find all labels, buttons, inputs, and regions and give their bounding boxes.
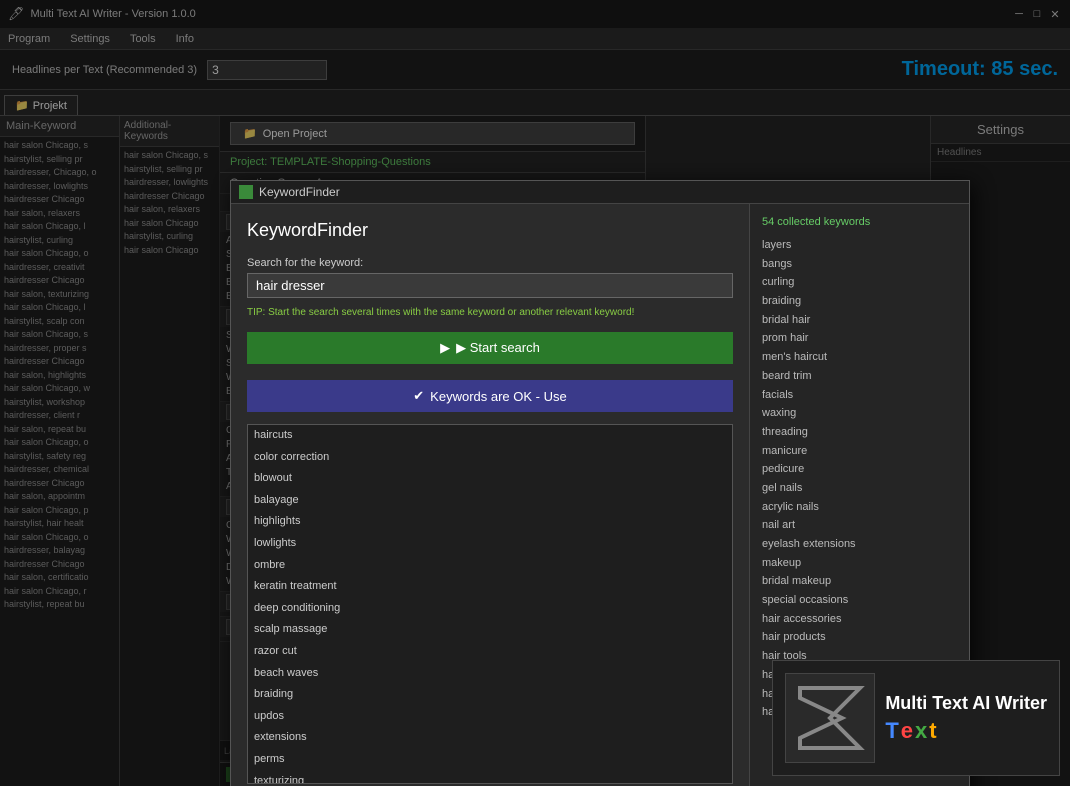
logo-text-container: Multi Text AI Writer T e x t [885,693,1047,744]
logo-overlay: Multi Text AI Writer T e x t [772,660,1060,776]
sigma-icon [790,678,870,758]
logo-sigma-container [785,673,875,763]
kf-keywords-list[interactable]: haircutscolor correctionblowoutbalayageh… [247,424,733,784]
collected-keyword-item: braiding [762,292,957,311]
collected-keyword-item: special occasions [762,591,957,610]
kf-keyword-item[interactable]: deep conditioning [248,598,732,620]
logo-colored-text: T e x t [885,718,1047,744]
collected-keyword-item: manicure [762,442,957,461]
kf-left-panel: KeywordFinder Search for the keyword: TI… [231,204,749,786]
kf-keyword-item[interactable]: color correction [248,447,732,469]
logo-t: T [885,718,898,744]
kf-search-input[interactable] [247,273,733,298]
collected-keyword-item: makeup [762,554,957,573]
collected-keyword-item: threading [762,423,957,442]
collected-keyword-item: bridal makeup [762,572,957,591]
kf-ok-button[interactable]: ✔ Keywords are OK - Use [247,380,733,412]
kf-main-title: KeywordFinder [247,220,733,241]
kf-keyword-item[interactable]: blowout [248,468,732,490]
kf-title-label: KeywordFinder [259,185,340,199]
kf-search-label: Search for the keyword: [247,257,733,269]
kf-keyword-item[interactable]: balayage [248,490,732,512]
kf-start-button[interactable]: ▶ ▶ Start search [247,332,733,364]
logo-main: Multi Text AI Writer [885,693,1047,714]
kf-collected-list[interactable]: layersbangscurlingbraidingbridal hairpro… [762,236,957,716]
collected-keyword-item: gel nails [762,479,957,498]
kf-keyword-item[interactable]: braiding [248,684,732,706]
kf-keyword-item[interactable]: razor cut [248,641,732,663]
collected-keyword-item: beard trim [762,367,957,386]
collected-keyword-item: facials [762,386,957,405]
collected-keyword-item: hair products [762,628,957,647]
logo-t2: t [929,718,936,744]
kf-title-icon [239,185,253,199]
kf-keyword-item[interactable]: lowlights [248,533,732,555]
logo-e: e [901,718,913,744]
collected-keyword-item: layers [762,236,957,255]
kf-keyword-item[interactable]: updos [248,706,732,728]
kf-keyword-item[interactable]: perms [248,749,732,771]
collected-keyword-item: men's haircut [762,348,957,367]
kf-keyword-item[interactable]: extensions [248,727,732,749]
collected-keyword-item: bangs [762,255,957,274]
logo-x: x [915,718,927,744]
play-icon: ▶ [440,340,450,356]
kf-keyword-item[interactable]: scalp massage [248,619,732,641]
collected-keyword-item: nail art [762,516,957,535]
collected-keyword-item: waxing [762,404,957,423]
check-icon: ✔ [413,388,424,404]
collected-keyword-item: curling [762,273,957,292]
kf-keyword-item[interactable]: texturizing [248,771,732,785]
collected-keyword-item: bridal hair [762,311,957,330]
kf-tip: TIP: Start the search several times with… [247,306,733,320]
collected-keyword-item: hair accessories [762,610,957,629]
collected-keyword-item: prom hair [762,329,957,348]
kf-collected-label: 54 collected keywords [762,216,957,228]
kf-keyword-item[interactable]: beach waves [248,663,732,685]
collected-keyword-item: pedicure [762,460,957,479]
kf-keyword-item[interactable]: highlights [248,511,732,533]
collected-keyword-item: eyelash extensions [762,535,957,554]
kf-keyword-item[interactable]: keratin treatment [248,576,732,598]
kf-keyword-item[interactable]: haircuts [248,425,732,447]
kf-title-bar: KeywordFinder [231,181,969,204]
collected-keyword-item: acrylic nails [762,498,957,517]
kf-keyword-item[interactable]: ombre [248,555,732,577]
